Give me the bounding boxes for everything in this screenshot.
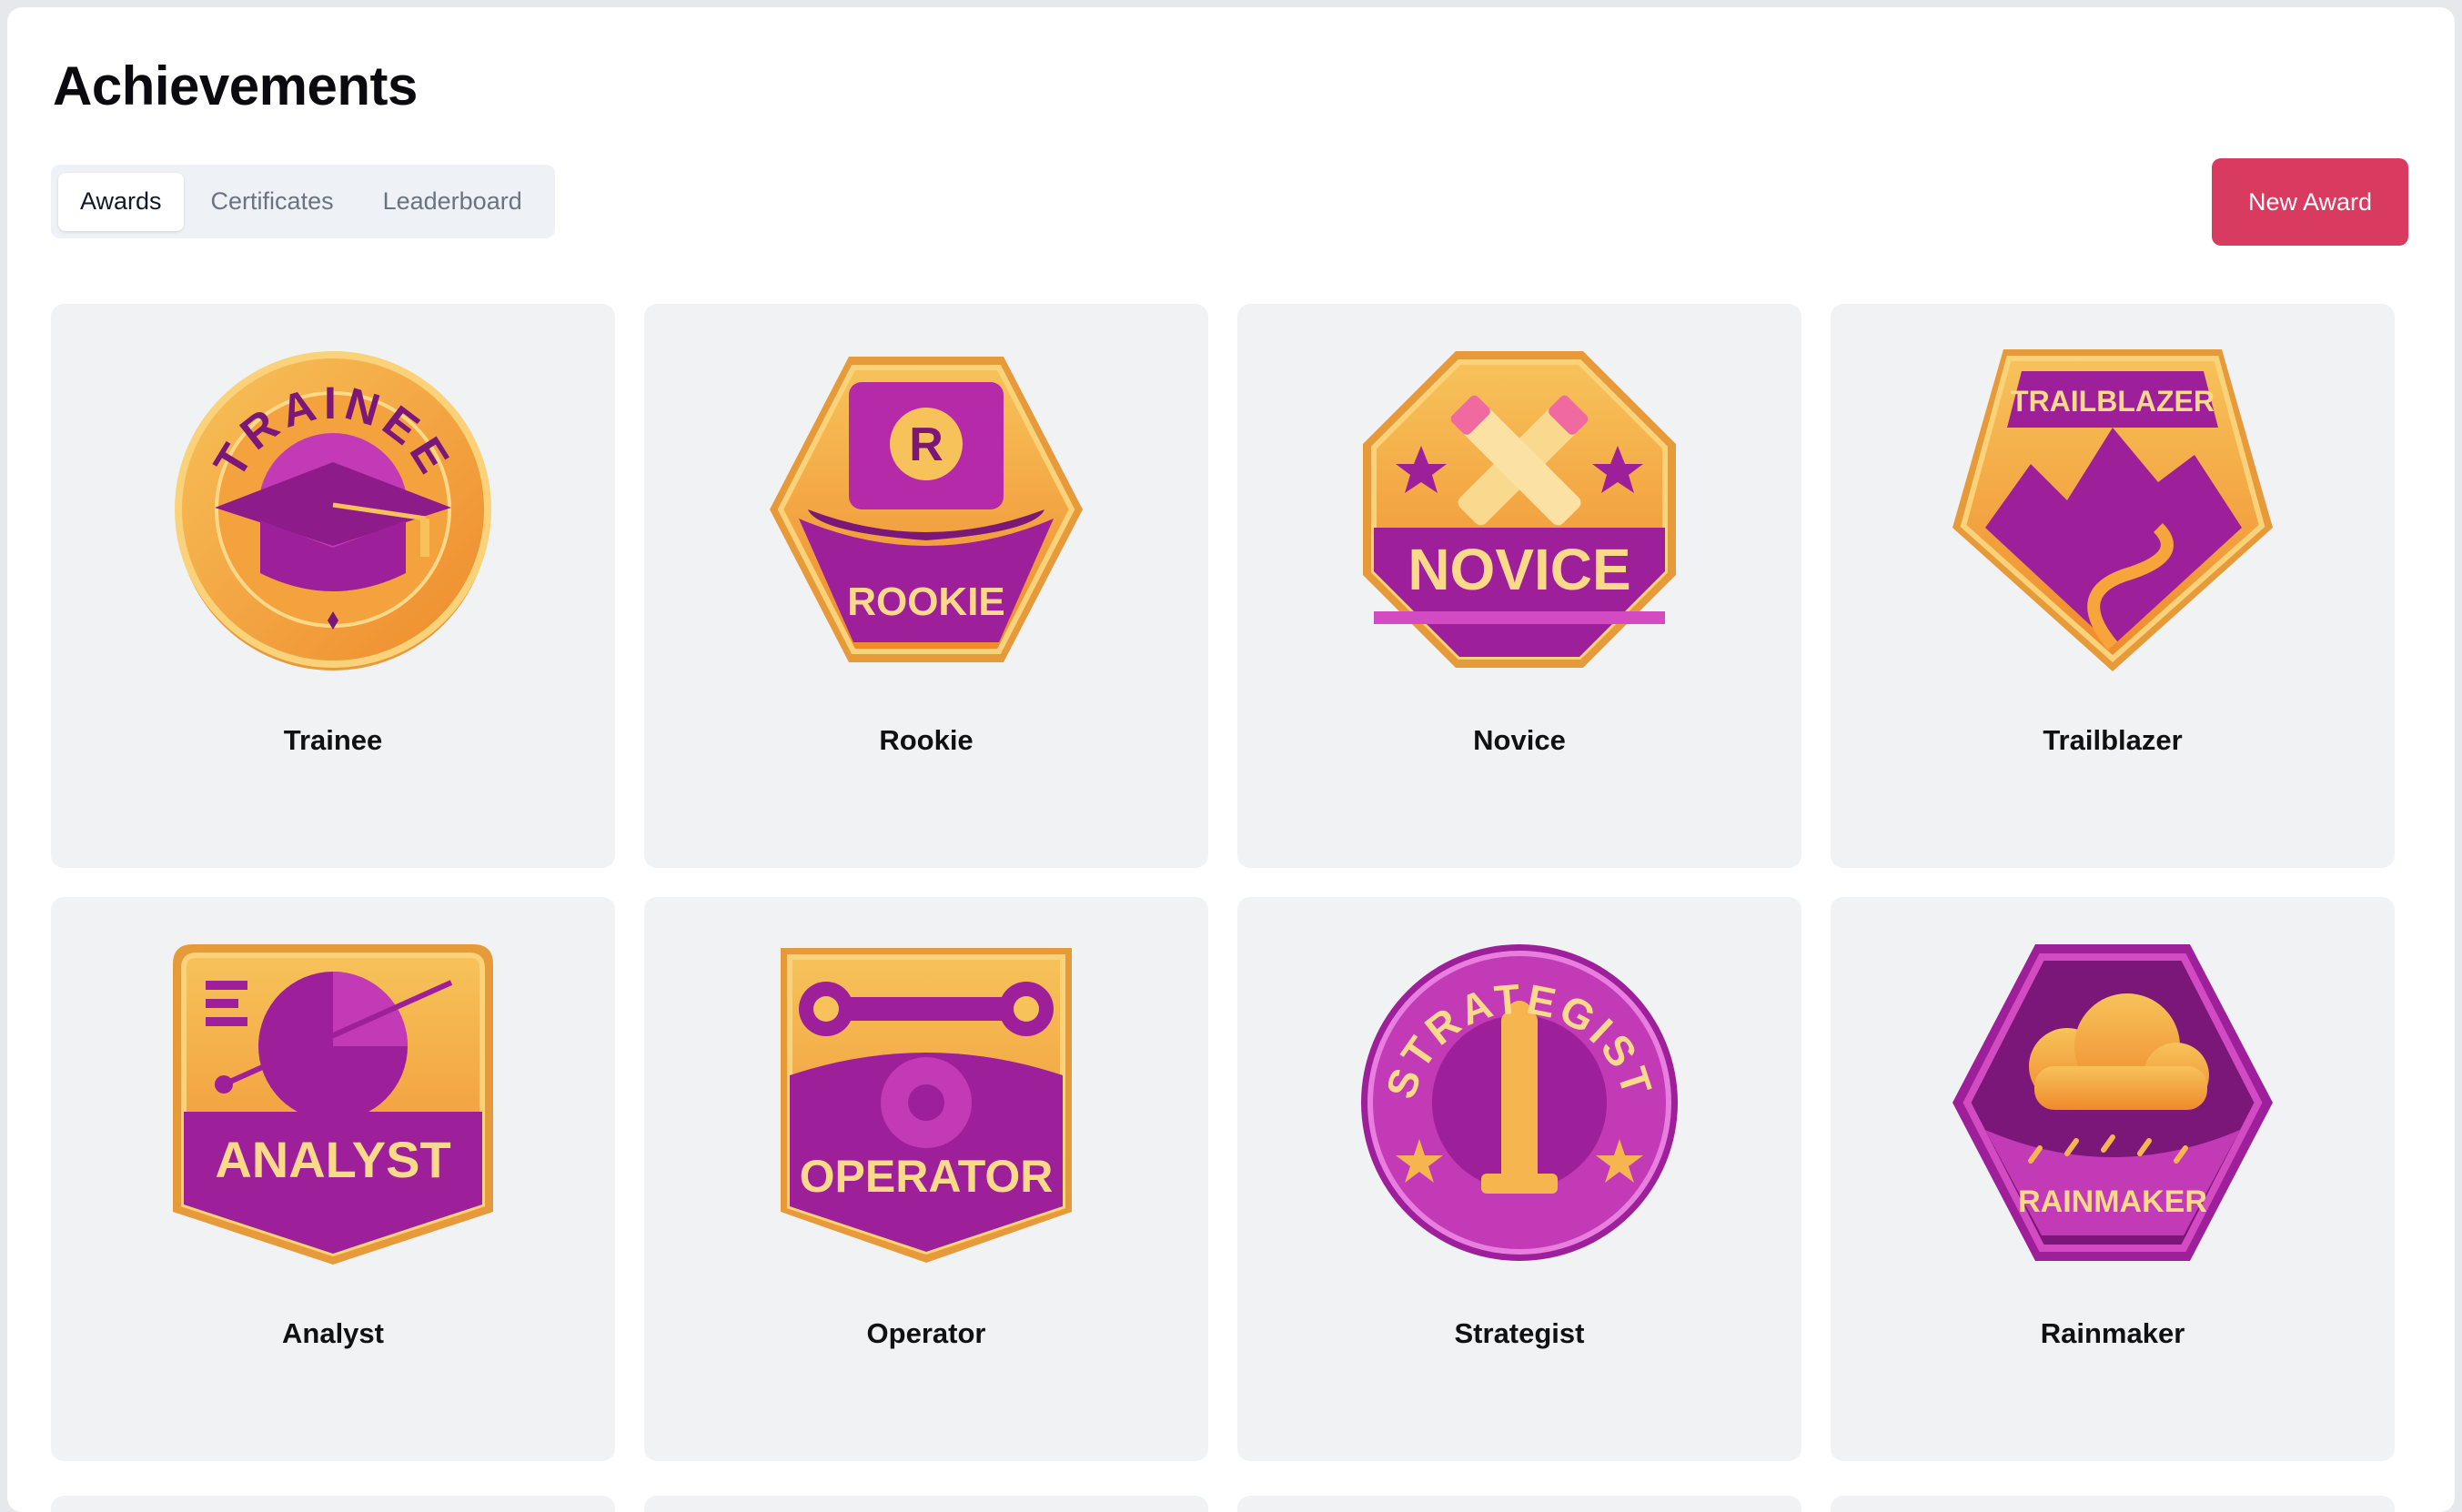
award-card-partial[interactable]: [1831, 1496, 2395, 1512]
award-card-rookie[interactable]: R ROOKIE Rookie: [644, 304, 1208, 868]
tab-certificates[interactable]: Certificates: [189, 173, 356, 231]
chess-piece-icon: STRATEGIST: [1356, 939, 1683, 1266]
mountain-icon: TRAILBLAZER: [1949, 346, 2276, 673]
graduation-cap-icon: TRAINEE: [169, 346, 497, 673]
award-name: Operator: [866, 1317, 986, 1349]
badge-text-operator: OPERATOR: [800, 1151, 1054, 1202]
award-card-strategist[interactable]: STRATEGIST Strategist: [1237, 897, 1801, 1461]
new-award-button[interactable]: New Award: [2212, 158, 2408, 246]
tab-awards[interactable]: Awards: [58, 172, 184, 231]
award-card-partial[interactable]: [1237, 1496, 1801, 1512]
award-name: Novice: [1473, 724, 1566, 756]
award-card-operator[interactable]: OPERATOR Operator: [644, 897, 1208, 1461]
rain-cloud-icon: RAINMAKER: [1949, 939, 2276, 1266]
badge-text-novice: NOVICE: [1408, 537, 1630, 602]
badge-text-rookie: ROOKIE: [847, 580, 1005, 624]
award-card-partial[interactable]: [644, 1496, 1208, 1512]
tab-leaderboard[interactable]: Leaderboard: [361, 173, 544, 231]
cap-icon: R ROOKIE: [762, 346, 1090, 673]
crossed-pencils-icon: NOVICE: [1356, 346, 1683, 673]
award-name: Rainmaker: [2040, 1317, 2185, 1349]
awards-grid: TRAINEE Trainee R ROOKIE Rookie NOVICE N…: [51, 304, 2406, 1461]
award-name: Rookie: [879, 724, 974, 756]
award-name: Strategist: [1454, 1317, 1585, 1349]
pie-chart-icon: ANALYST: [169, 939, 497, 1266]
award-name: Analyst: [282, 1317, 384, 1349]
award-card-trailblazer[interactable]: TRAILBLAZER Trailblazer: [1831, 304, 2395, 868]
tab-bar: Awards Certificates Leaderboard: [51, 165, 555, 238]
page-title: Achievements: [53, 55, 418, 116]
badge-text-analyst: ANALYST: [215, 1131, 450, 1188]
award-name: Trailblazer: [2043, 724, 2183, 756]
award-card-analyst[interactable]: ANALYST Analyst: [51, 897, 615, 1461]
award-card-rainmaker[interactable]: RAINMAKER Rainmaker: [1831, 897, 2395, 1461]
award-card-novice[interactable]: NOVICE Novice: [1237, 304, 1801, 868]
award-card-partial[interactable]: [51, 1496, 615, 1512]
svg-text:R: R: [909, 418, 943, 471]
badge-text-trailblazer: TRAILBLAZER: [2011, 385, 2215, 418]
award-card-trainee[interactable]: TRAINEE Trainee: [51, 304, 615, 868]
award-name: Trainee: [283, 724, 383, 756]
badge-text-rainmaker: RAINMAKER: [2018, 1184, 2207, 1219]
wrench-gear-icon: OPERATOR: [762, 939, 1090, 1266]
